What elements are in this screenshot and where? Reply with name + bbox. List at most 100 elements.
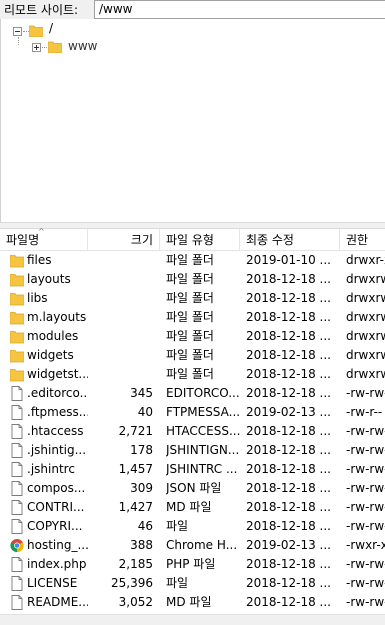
file-modified: 2018-12-18 ... xyxy=(246,367,331,381)
file-permissions: -rw-rw- xyxy=(346,443,385,457)
file-icon xyxy=(10,386,24,401)
file-row[interactable]: widgetst... 파일 폴더 2018-12-18 ... drwxrw xyxy=(0,365,385,384)
file-size: 178 xyxy=(130,443,153,457)
file-modified: 2018-12-18 ... xyxy=(246,595,331,609)
folder-icon xyxy=(9,348,25,363)
file-name: compos... xyxy=(27,481,86,495)
file-row[interactable]: widgets 파일 폴더 2018-12-18 ... drwxrw xyxy=(0,346,385,365)
file-row[interactable]: files 파일 폴더 2019-01-10 ... drwxr-x xyxy=(0,251,385,270)
file-name-cell: .editorco... xyxy=(8,384,88,403)
file-row[interactable]: .jshintig... 178 JSHINTIGN... 2018-12-18 ..… xyxy=(0,441,385,460)
file-type: FTPMESSA... xyxy=(166,405,240,419)
file-size xyxy=(88,327,155,346)
file-size: 40 xyxy=(137,405,153,419)
file-icon xyxy=(10,405,24,420)
file-size: 2,185 xyxy=(118,557,153,571)
file-modified: 2018-12-18 ... xyxy=(246,500,331,514)
file-modified: 2018-12-18 ... xyxy=(246,481,331,495)
file-row[interactable]: .jshintrc 1,457 JSHINTRC ... 2018-12-18 ...… xyxy=(0,460,385,479)
horizontal-scrollbar[interactable] xyxy=(0,614,385,625)
file-row[interactable]: layouts 파일 폴더 2018-12-18 ... drwxrw xyxy=(0,270,385,289)
expand-toggle-icon[interactable] xyxy=(32,43,41,52)
file-permissions: drwxr-x xyxy=(346,253,385,267)
column-header-size[interactable]: 크기 xyxy=(88,229,160,251)
tree-root-label[interactable]: / xyxy=(49,21,53,35)
file-list-header: ^ 파일명 크기 파일 유형 최종 수정 권한 xyxy=(0,227,385,251)
file-name-cell: compos... xyxy=(8,479,88,498)
file-permissions: drwxrw xyxy=(346,272,385,286)
column-header-name[interactable]: ^ 파일명 xyxy=(0,227,88,251)
file-size xyxy=(88,346,155,365)
folder-icon xyxy=(9,291,25,306)
column-header-permissions[interactable]: 권한 xyxy=(340,229,385,251)
column-header-type[interactable]: 파일 유형 xyxy=(160,229,240,251)
file-name-cell: m.layouts xyxy=(8,308,88,327)
file-name: libs xyxy=(27,291,48,305)
remote-path-input[interactable]: /www xyxy=(94,0,385,19)
file-name-cell: CONTRI... xyxy=(8,498,88,517)
file-name: .editorco... xyxy=(27,386,88,400)
file-name-cell: layouts xyxy=(8,270,88,289)
file-row[interactable]: .ftpmess... 40 FTPMESSA... 2019-02-13 ... -r… xyxy=(0,403,385,422)
remote-site-bar: 리모트 사이트: /www xyxy=(0,0,385,19)
file-size: 345 xyxy=(130,386,153,400)
file-name: COPYRI... xyxy=(27,519,83,533)
tree-item-www[interactable]: www xyxy=(68,39,97,53)
file-name: CONTRI... xyxy=(27,500,85,514)
file-modified: 2018-12-18 ... xyxy=(246,519,331,533)
file-permissions: -rw-rw- xyxy=(346,386,385,400)
column-header-modified[interactable]: 최종 수정 xyxy=(240,229,340,251)
file-permissions: -rw-rw- xyxy=(346,595,385,609)
file-name: .htaccess xyxy=(27,424,84,438)
file-permissions: drwxrw xyxy=(346,291,385,305)
file-type: PHP 파일 xyxy=(166,557,216,571)
file-modified: 2019-02-13 ... xyxy=(246,405,331,419)
file-size: 3,052 xyxy=(118,595,153,609)
file-row[interactable]: LICENSE 25,396 파일 2018-12-18 ... -rw-rw- xyxy=(0,574,385,593)
file-size xyxy=(88,308,155,327)
file-name: index.php xyxy=(27,557,87,571)
file-row[interactable]: compos... 309 JSON 파일 2018-12-18 ... -rw-rw- xyxy=(0,479,385,498)
file-icon xyxy=(10,595,24,610)
file-name-cell: .htaccess xyxy=(8,422,88,441)
file-row[interactable]: index.php 2,185 PHP 파일 2018-12-18 ... -rw-rw… xyxy=(0,555,385,574)
file-row[interactable]: libs 파일 폴더 2018-12-18 ... drwxrw xyxy=(0,289,385,308)
file-row[interactable]: hosting_... 388 Chrome H... 2019-02-13 ... -… xyxy=(0,536,385,555)
file-permissions: -rwxr-x xyxy=(346,538,385,552)
file-size xyxy=(88,289,155,308)
file-size xyxy=(88,365,155,384)
file-permissions: -rw-r-- xyxy=(346,405,383,419)
file-name-cell: files xyxy=(8,251,88,270)
file-name-cell: modules xyxy=(8,327,88,346)
file-modified: 2018-12-18 ... xyxy=(246,386,331,400)
file-type: 파일 xyxy=(166,576,189,590)
file-row[interactable]: m.layouts 파일 폴더 2018-12-18 ... drwxrw xyxy=(0,308,385,327)
file-row[interactable]: modules 파일 폴더 2018-12-18 ... drwxrw xyxy=(0,327,385,346)
file-name: m.layouts xyxy=(27,310,87,324)
file-permissions: -rw-rw- xyxy=(346,519,385,533)
file-type: JSON 파일 xyxy=(166,481,222,495)
file-type: MD 파일 xyxy=(166,595,212,609)
file-name-cell: widgets xyxy=(8,346,88,365)
file-name-cell: index.php xyxy=(8,555,88,574)
file-row[interactable]: COPYRI... 46 파일 2018-12-18 ... -rw-rw- xyxy=(0,517,385,536)
folder-icon xyxy=(48,41,62,53)
collapse-toggle-icon[interactable] xyxy=(13,27,22,36)
folder-icon xyxy=(9,272,25,287)
file-name-cell: widgetst... xyxy=(8,365,88,384)
file-name-cell: README... xyxy=(8,593,88,612)
file-permissions: drwxrw xyxy=(346,348,385,362)
file-row[interactable]: CONTRI... 1,427 MD 파일 2018-12-18 ... -rw-rw- xyxy=(0,498,385,517)
file-row[interactable]: .editorco... 345 EDITORCO... 2018-12-18 ...… xyxy=(0,384,385,403)
file-name: hosting_... xyxy=(27,538,88,552)
sort-arrow-icon: ^ xyxy=(38,227,45,236)
file-row[interactable]: README... 3,052 MD 파일 2018-12-18 ... -rw-rw- xyxy=(0,593,385,612)
file-name-cell: hosting_... xyxy=(8,536,88,555)
file-permissions: -rw-rw- xyxy=(346,424,385,438)
file-name-cell: .jshintig... xyxy=(8,441,88,460)
file-row[interactable]: .htaccess 2,721 HTACCESS... 2018-12-18 ... -… xyxy=(0,422,385,441)
file-permissions: -rw-rw- xyxy=(346,576,385,590)
pane-splitter[interactable] xyxy=(0,222,385,229)
file-size: 1,427 xyxy=(118,500,153,514)
file-type: JSHINTRC ... xyxy=(166,462,238,476)
